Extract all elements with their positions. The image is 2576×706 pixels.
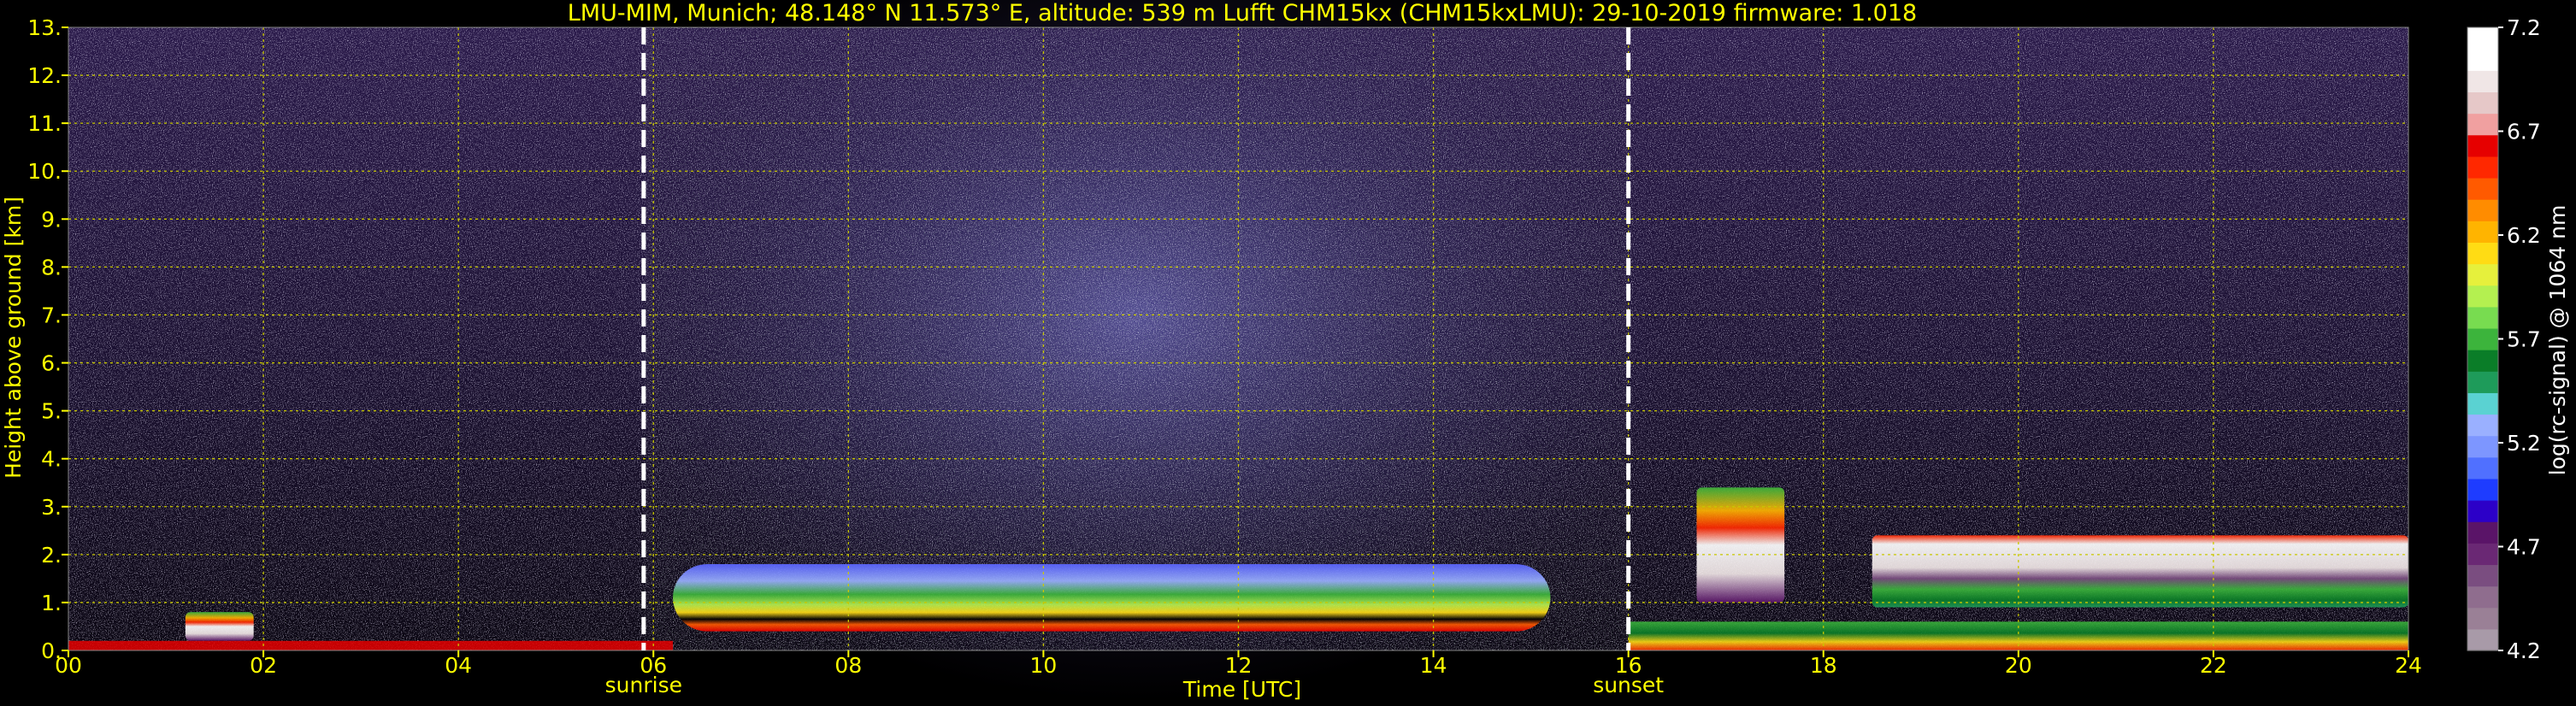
y-tick-label: 5. <box>41 399 62 424</box>
signal-layer <box>673 564 1551 632</box>
colorbar-segment <box>2467 242 2498 265</box>
colorbar-segment <box>2467 521 2498 544</box>
colorbar-segment <box>2467 456 2498 479</box>
x-tick-label: 18 <box>1810 653 1837 678</box>
x-tick-label: 06 <box>640 653 667 678</box>
colorbar-segment <box>2467 113 2498 136</box>
daytime-noise <box>643 27 1629 650</box>
colorbar-segment <box>2467 371 2498 393</box>
colorbar-segment <box>2467 199 2498 221</box>
colorbar-segment <box>2467 585 2498 609</box>
colorbar-tick-label: 5.2 <box>2507 431 2541 456</box>
signal-layer <box>1696 487 1785 603</box>
colorbar-segment <box>2467 70 2498 93</box>
colorbar-segment <box>2467 91 2498 115</box>
x-tick-label: 10 <box>1030 653 1058 678</box>
colorbar-segment <box>2467 628 2498 651</box>
x-axis-label: Time [UTC] <box>1182 677 1301 702</box>
colorbar-segment <box>2467 49 2498 71</box>
colorbar-tick-label: 4.2 <box>2507 638 2541 663</box>
surface-band <box>68 640 674 650</box>
y-tick-label: 9. <box>41 207 62 232</box>
colorbar-segment <box>2467 263 2498 286</box>
x-tick-label: 00 <box>55 653 82 678</box>
colorbar-tick-label: 6.7 <box>2507 120 2541 144</box>
colorbar-segment <box>2467 478 2498 501</box>
colorbar-segment <box>2467 392 2498 415</box>
y-axis-label: Height above ground [km] <box>1 197 26 479</box>
y-tick-label: 7. <box>41 303 62 327</box>
colorbar-tick-label: 7.2 <box>2507 15 2541 40</box>
colorbar: 4.2 4.7 5.2 5.7 6.2 6.7 7.2 <box>2467 15 2541 663</box>
x-tick-label: 12 <box>1225 653 1253 678</box>
y-tick-label: 12. <box>27 63 62 88</box>
colorbar-segment <box>2467 27 2498 50</box>
colorbar-segment <box>2467 156 2498 179</box>
chart-title: LMU-MIM, Munich; 48.148° N 11.573° E, al… <box>568 0 1917 26</box>
y-tick-label: 13. <box>27 15 62 40</box>
colorbar-label: log(rc-signal) @ 1064 nm <box>2545 205 2570 476</box>
colorbar-segment <box>2467 221 2498 243</box>
y-tick-label: 6. <box>41 351 62 376</box>
x-tick-label: 08 <box>834 653 862 678</box>
y-tick-label: 4. <box>41 447 62 472</box>
x-tick-label: 02 <box>250 653 277 678</box>
x-tick-label: 20 <box>2005 653 2032 678</box>
colorbar-segment <box>2467 285 2498 308</box>
colorbar-segment <box>2467 134 2498 157</box>
colorbar-segment <box>2467 500 2498 522</box>
y-tick-label: 3. <box>41 495 62 520</box>
colorbar-segment <box>2467 414 2498 437</box>
colorbar-segment <box>2467 543 2498 566</box>
x-tick-label: 22 <box>2200 653 2227 678</box>
x-tick-label: 16 <box>1615 653 1642 678</box>
y-axis: 0.1.2.3.4.5.6.7.8.9.10.11.12.13. <box>27 15 68 663</box>
x-axis: 00 02 04 06 08 10 12 14 16 18 20 22 24 <box>55 650 2422 678</box>
colorbar-segment <box>2467 350 2498 372</box>
colorbar-segment <box>2467 564 2498 587</box>
colorbar-segment <box>2467 306 2498 329</box>
colorbar-tick-label: 4.7 <box>2507 535 2541 560</box>
ceilometer-chart: sunrise sunset 0.1.2.3.4.5.6.7.8.9.10.11.… <box>1 0 2570 702</box>
signal-layer <box>185 612 254 641</box>
x-tick-label: 04 <box>445 653 472 678</box>
y-tick-label: 10. <box>27 159 62 184</box>
x-tick-label: 24 <box>2395 653 2422 678</box>
y-tick-label: 1. <box>41 591 62 615</box>
signal-layer <box>1872 535 2408 608</box>
colorbar-segment <box>2467 327 2498 350</box>
colorbar-tick-label: 5.7 <box>2507 327 2541 352</box>
y-tick-label: 11. <box>27 111 62 136</box>
colorbar-segment <box>2467 607 2498 630</box>
x-tick-label: 14 <box>1420 653 1447 678</box>
colorbar-segment <box>2467 177 2498 200</box>
y-tick-label: 8. <box>41 255 62 279</box>
y-tick-label: 2. <box>41 543 62 568</box>
colorbar-tick-label: 6.2 <box>2507 223 2541 248</box>
colorbar-segment <box>2467 435 2498 458</box>
